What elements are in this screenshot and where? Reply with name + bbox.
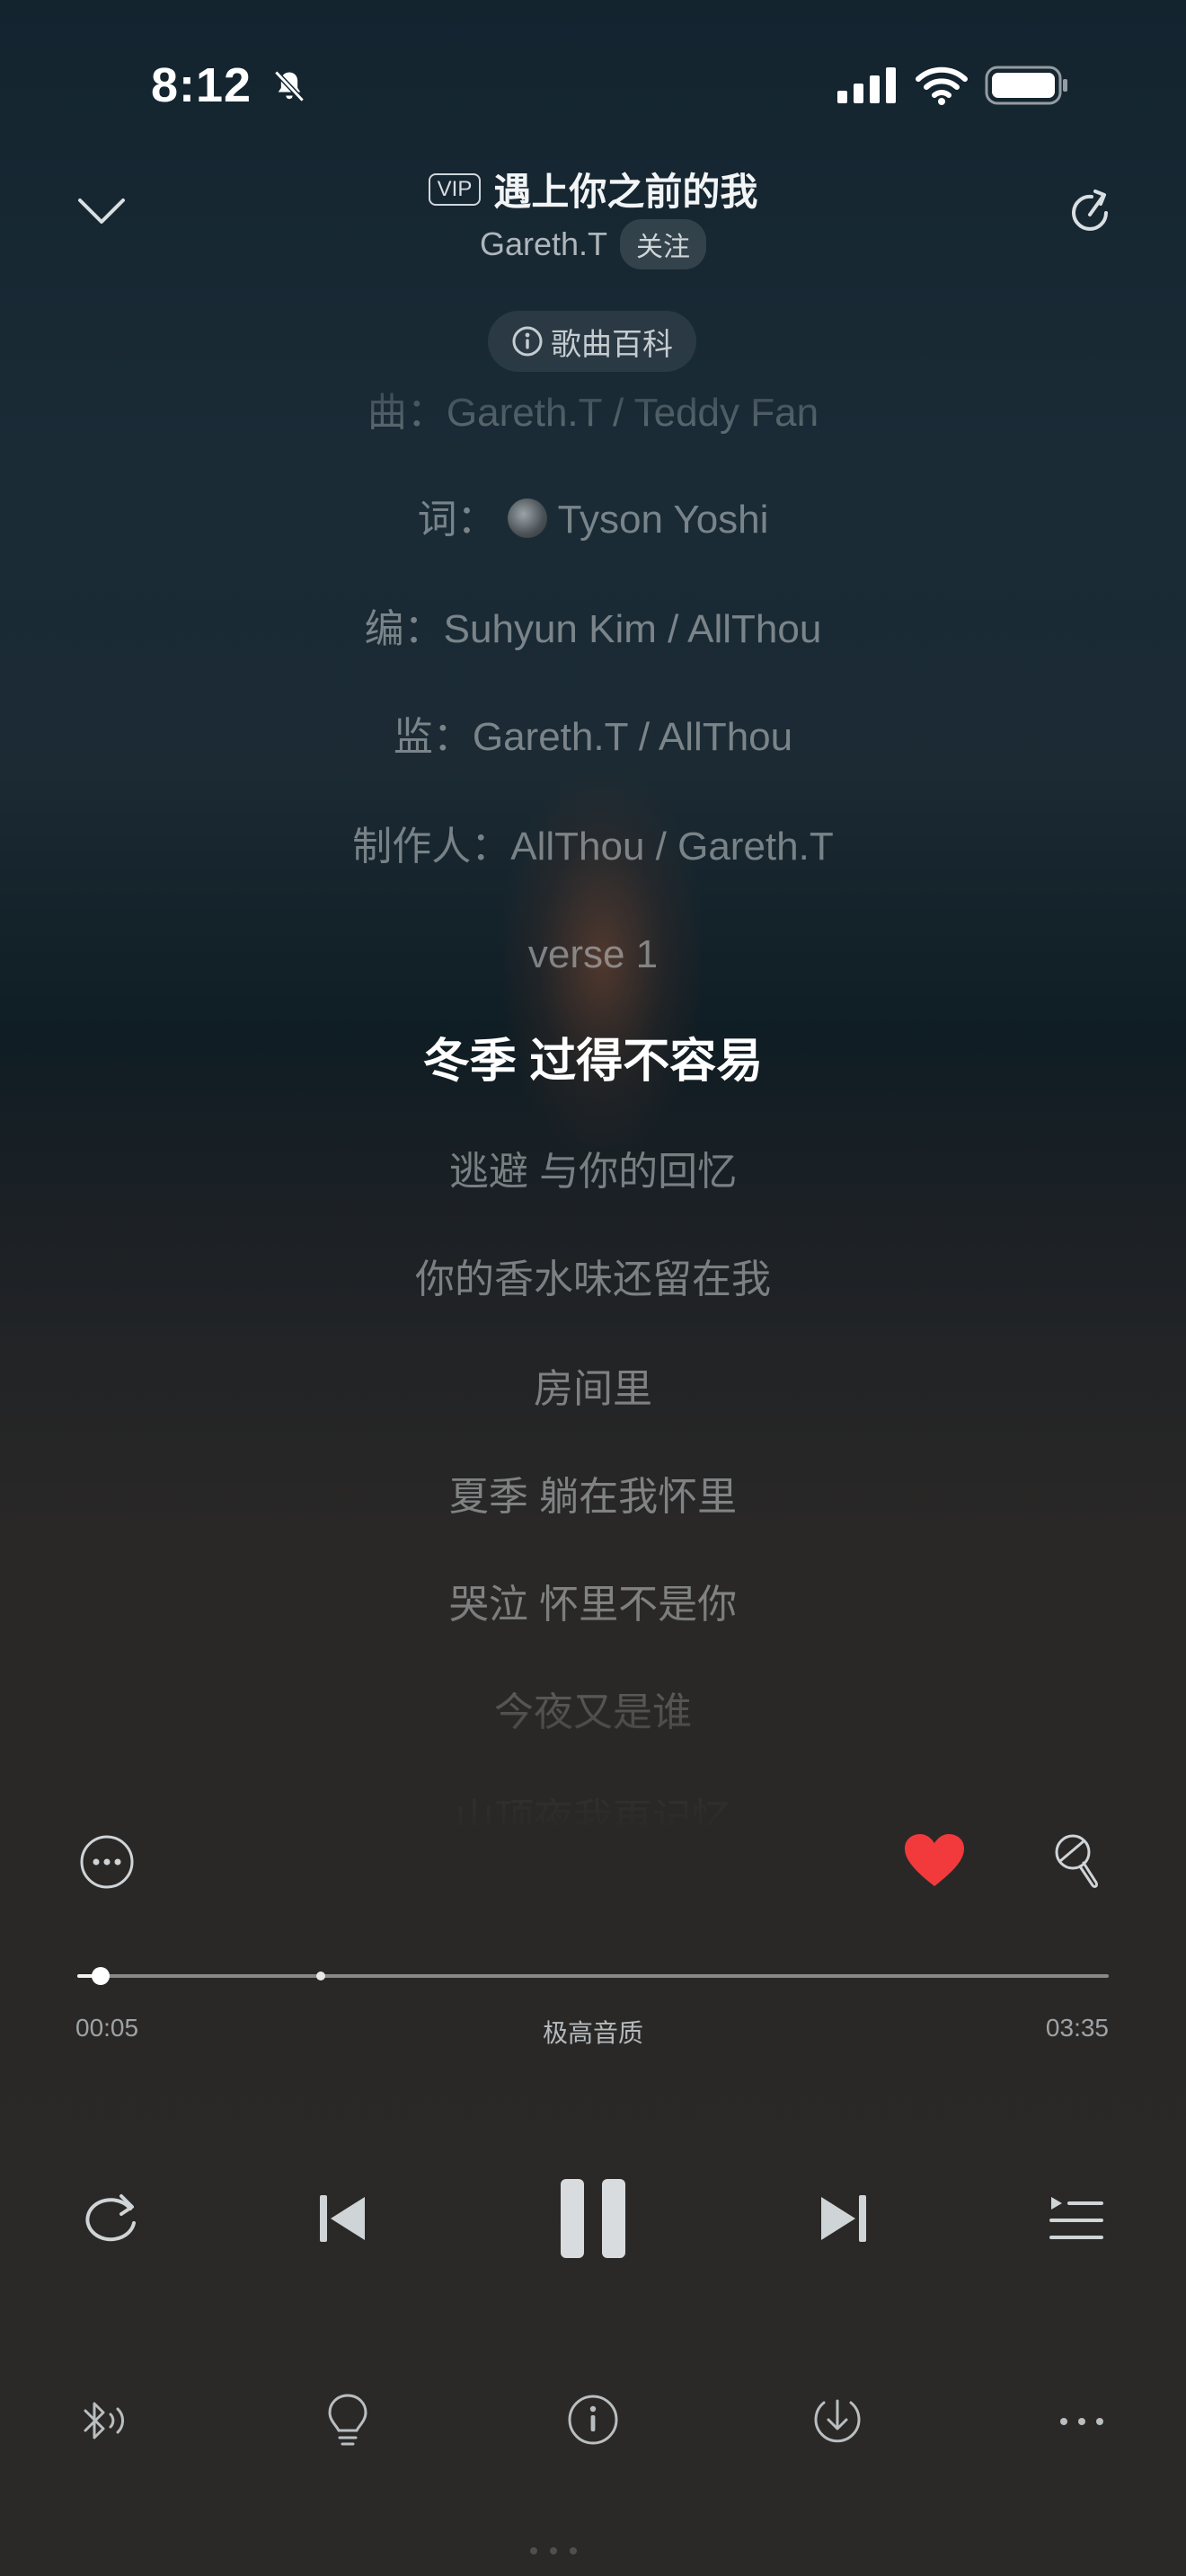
lyric-line[interactable]: 曲：Gareth.T / Teddy Fan [0,386,1186,440]
wifi-icon [916,66,968,105]
lyric-line[interactable]: 哭泣 怀里不是你 [0,1578,1186,1632]
pause-button[interactable] [548,2172,638,2265]
share-icon [1072,190,1108,231]
previous-button[interactable] [305,2181,381,2256]
lyric-line[interactable]: 夏季 躺在我怀里 [0,1470,1186,1524]
skip-next-icon [821,2195,866,2242]
page-dot [550,2547,557,2554]
page-dot [570,2547,577,2554]
total-duration: 03:35 [1045,2014,1109,2042]
lyric-line[interactable]: 制作人：AllThou / Gareth.T [0,820,1186,874]
follow-button[interactable]: 关注 [620,219,707,269]
progress-thumb[interactable] [92,1967,110,1985]
bluetooth-audio-icon [84,2402,124,2439]
lyric-line[interactable]: 山顶夜我再记忆 [0,1792,1186,1832]
page-dot [530,2547,537,2554]
lyricist-prefix: 词： [417,498,497,542]
lyricist-name: Tyson Yoshi [557,498,769,542]
status-icons [837,65,1069,106]
lyricist-avatar [507,498,547,539]
artist-name[interactable]: Gareth.T [480,225,607,263]
playlist-icon [1049,2197,1103,2239]
lyric-line[interactable]: 你的香水味还留在我 [0,1253,1186,1307]
pause-icon [561,2179,625,2258]
lyric-line[interactable]: 逃避 与你的回忆 [0,1145,1186,1199]
repeat-icon [85,2194,136,2242]
lyric-line[interactable]: 今夜又是谁 [0,1686,1186,1740]
comment-button[interactable] [75,1831,138,1893]
info-icon [568,2395,618,2445]
progress-marker [316,1972,325,1981]
repeat-button[interactable] [74,2181,149,2256]
song-wiki-label: 歌曲百科 [551,327,673,362]
skip-previous-icon [320,2195,365,2242]
mute-bell-icon [274,70,305,102]
heart-icon [905,1834,964,1886]
sing-button[interactable] [1042,1827,1111,1895]
lightbulb-button[interactable] [316,2386,379,2454]
status-time: 8:12 [151,57,309,113]
lyric-line[interactable]: verse 1 [0,928,1186,982]
playlist-button[interactable] [1039,2181,1114,2256]
more-icon [1060,2418,1103,2425]
progress-track[interactable] [77,1974,1109,1978]
lyric-line[interactable]: 监：Gareth.T / AllThou [0,710,1186,764]
lyric-line-active[interactable]: 冬季 过得不容易 [0,1035,1186,1089]
bluetooth-audio-button[interactable] [72,2389,135,2452]
song-title: 遇上你之前的我 [493,171,758,213]
vip-badge: VIP [428,172,482,206]
title-row: VIP 遇上你之前的我 [0,162,1186,216]
lyric-line[interactable]: 编：Suhyun Kim / AllThou [0,603,1186,657]
download-icon [814,2399,861,2443]
download-button[interactable] [805,2387,870,2452]
lyric-line-lyricist[interactable]: 词： Tyson Yoshi [0,493,1186,547]
page-indicator [530,2547,577,2554]
more-options-button[interactable] [1049,2389,1114,2454]
microphone-icon [1055,1834,1098,1888]
cellular-signal-icon [837,67,896,103]
lyrics-panel[interactable]: 曲：Gareth.T / Teddy Fan 词： Tyson Yoshi 编：S… [0,377,1186,1832]
share-button[interactable] [1060,181,1123,244]
artist-row: Gareth.T 关注 [0,219,1186,269]
like-button[interactable] [900,1829,969,1893]
info-circle-icon [512,326,543,357]
lightbulb-icon [328,2394,367,2446]
comment-icon [80,1835,134,1889]
next-button[interactable] [805,2181,881,2256]
quality-selector[interactable]: 极高音质 [0,2014,1186,2050]
song-wiki-button[interactable]: 歌曲百科 [488,311,696,372]
lyric-line[interactable]: 房间里 [0,1363,1186,1416]
song-info-button[interactable] [561,2387,625,2452]
battery-icon [985,66,1067,105]
